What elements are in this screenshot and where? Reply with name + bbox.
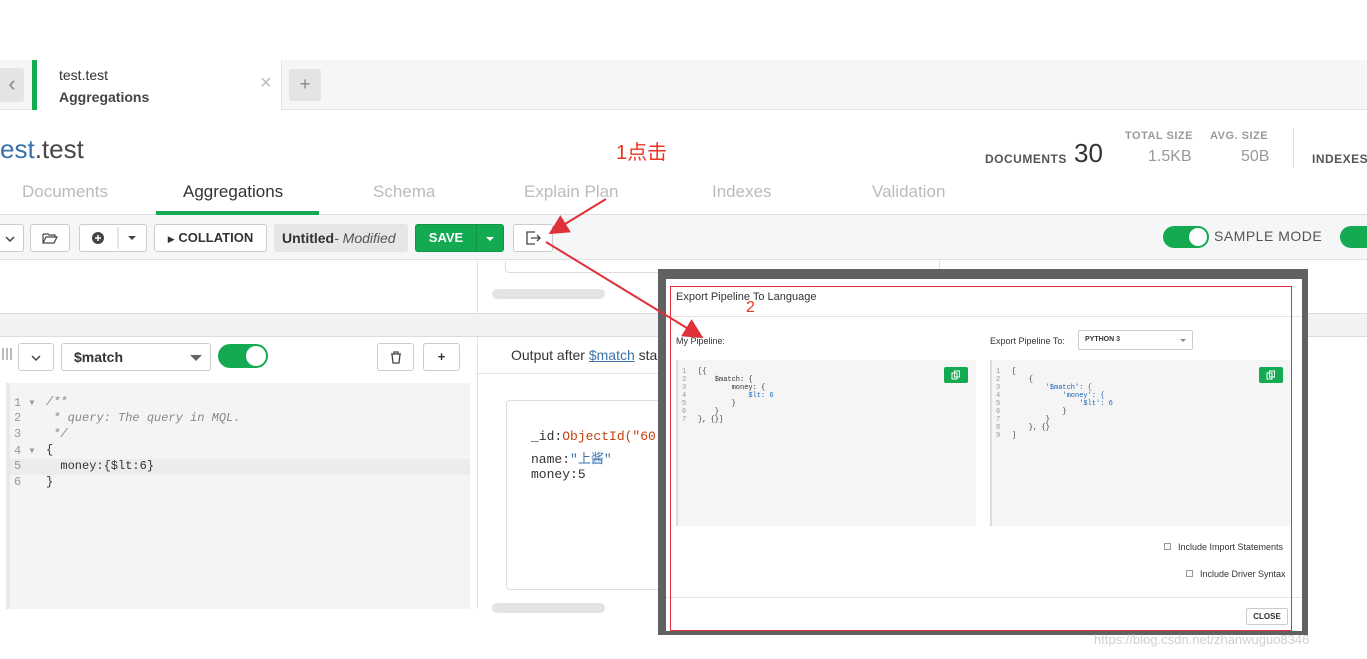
arrow-to-modal: [545, 241, 704, 339]
watermark: https://blog.csdn.net/zhanwuguo8346: [1094, 632, 1310, 647]
arrow-to-export-button: [548, 198, 607, 235]
annotation-arrows: [545, 198, 704, 339]
